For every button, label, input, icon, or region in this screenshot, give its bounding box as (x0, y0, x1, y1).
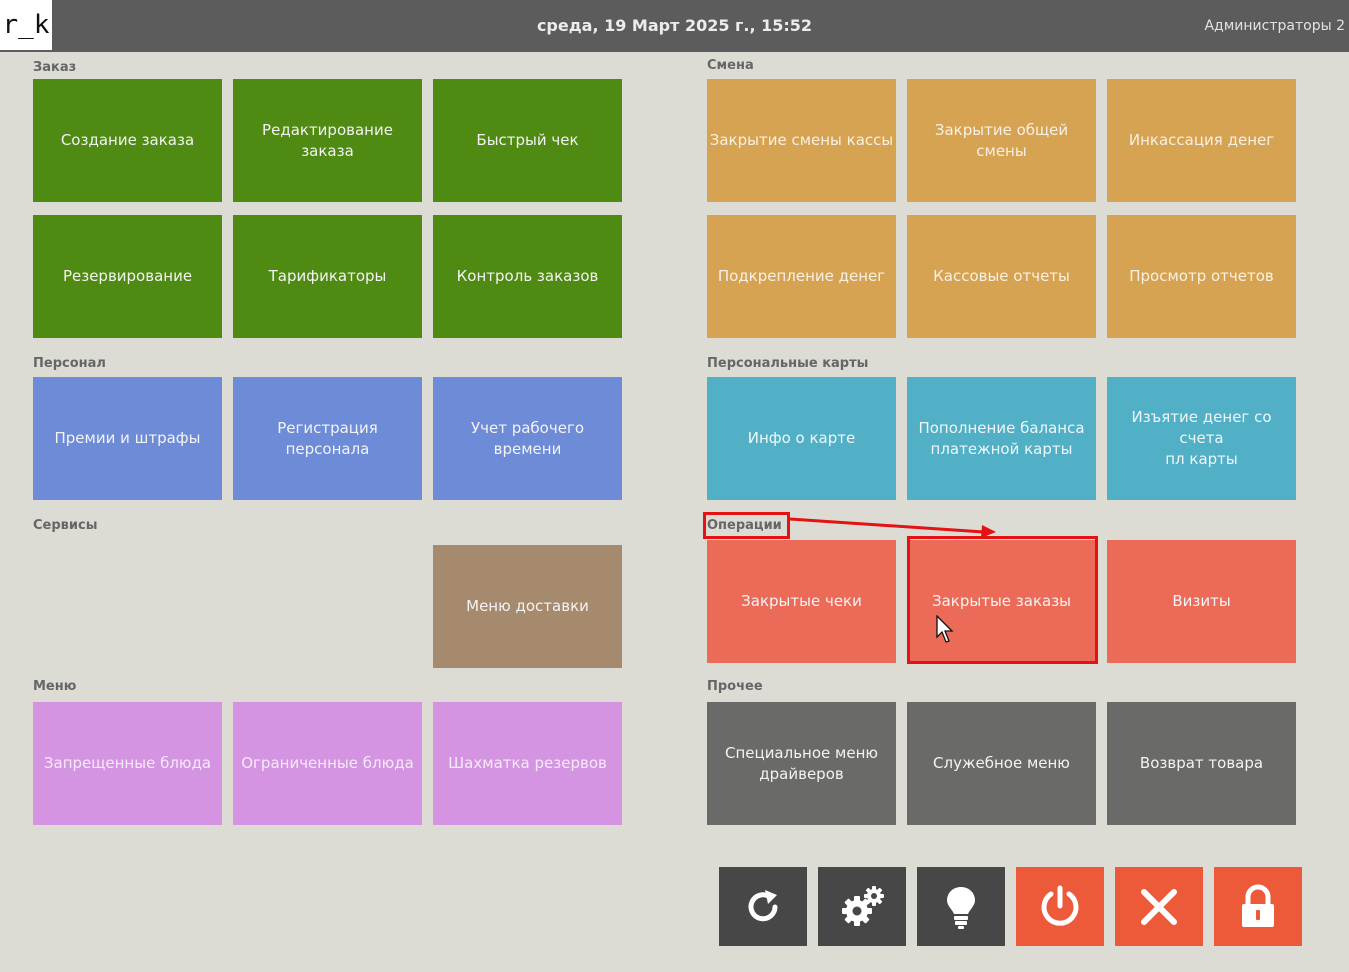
mouse-cursor-icon (936, 615, 954, 643)
annotation-arrow-icon (789, 517, 996, 538)
